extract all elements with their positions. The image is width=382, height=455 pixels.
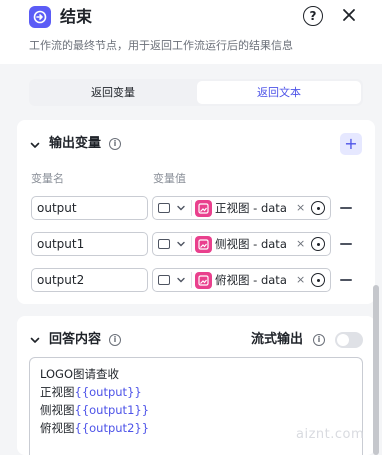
target-icon[interactable] — [311, 237, 325, 251]
variable-name-input[interactable]: output1 — [31, 232, 148, 256]
variable-value-selector[interactable]: 侧视图 - data × — [152, 232, 331, 256]
info-icon[interactable]: i — [313, 334, 325, 346]
chevron-down-icon[interactable] — [176, 203, 186, 213]
variable-value-selector[interactable]: 正视图 - data × — [152, 196, 331, 220]
answer-line: 正视图{{output}} — [40, 385, 142, 399]
variable-value-selector[interactable]: 俯视图 - data × — [152, 268, 331, 292]
divider — [191, 200, 192, 216]
watermark: aiznt.com — [296, 427, 365, 442]
scrollbar[interactable] — [373, 285, 379, 455]
clear-reference-icon[interactable]: × — [296, 197, 305, 219]
answer-line: 侧视图{{output1}} — [40, 403, 150, 417]
node-description: 工作流的最终节点，用于返回工作流运行后的结果信息 — [29, 39, 293, 52]
clear-reference-icon[interactable]: × — [296, 233, 305, 255]
tab-return-text[interactable]: 返回文本 — [197, 81, 361, 104]
image-node-icon — [195, 272, 212, 289]
answer-content-title: 回答内容 — [49, 332, 102, 347]
chevron-down-icon[interactable] — [176, 239, 186, 249]
add-variable-button[interactable]: + — [340, 133, 362, 155]
divider — [191, 236, 192, 252]
variable-reference: 正视图 - data — [215, 201, 287, 215]
info-icon[interactable]: i — [109, 138, 121, 150]
end-node-icon — [29, 6, 51, 28]
image-node-icon — [195, 200, 212, 217]
column-header-name: 变量名 — [31, 172, 64, 185]
remove-variable-button[interactable] — [340, 243, 352, 245]
image-node-icon — [195, 236, 212, 253]
answer-line: LOGO图请查收 — [40, 367, 120, 381]
close-icon[interactable] — [339, 5, 359, 25]
image-type-icon[interactable] — [158, 239, 170, 249]
stream-output-label: 流式输出 — [251, 332, 304, 347]
image-type-icon[interactable] — [158, 203, 170, 213]
chevron-down-icon[interactable] — [176, 275, 186, 285]
variable-name-input[interactable]: output — [31, 196, 148, 220]
return-mode-tabs: 返回变量 返回文本 — [29, 79, 363, 106]
target-icon[interactable] — [311, 273, 325, 287]
stream-output-toggle[interactable] — [335, 332, 363, 348]
info-icon[interactable]: i — [109, 334, 121, 346]
variable-reference: 侧视图 - data — [215, 237, 287, 251]
column-header-value: 变量值 — [153, 172, 186, 185]
remove-variable-button[interactable] — [340, 207, 352, 209]
variable-reference: 俯视图 - data — [215, 273, 287, 287]
divider — [191, 272, 192, 288]
tab-return-variables[interactable]: 返回变量 — [31, 81, 195, 104]
node-title[interactable]: 结束 — [60, 6, 92, 28]
remove-variable-button[interactable] — [340, 279, 352, 281]
clear-reference-icon[interactable]: × — [296, 269, 305, 291]
image-type-icon[interactable] — [158, 275, 170, 285]
panel-header: 结束 ? 工作流的最终节点，用于返回工作流运行后的结果信息 — [0, 0, 382, 64]
variable-placeholder: {{output1}} — [74, 403, 150, 417]
variable-name-input[interactable]: output2 — [31, 268, 148, 292]
chevron-down-icon[interactable] — [29, 139, 41, 151]
target-icon[interactable] — [311, 201, 325, 215]
output-variables-title: 输出变量 — [49, 136, 102, 151]
variable-placeholder: {{output}} — [74, 385, 142, 399]
chevron-down-icon[interactable] — [29, 334, 41, 346]
variable-placeholder: {{output2}} — [74, 421, 150, 435]
help-icon[interactable]: ? — [303, 6, 323, 26]
